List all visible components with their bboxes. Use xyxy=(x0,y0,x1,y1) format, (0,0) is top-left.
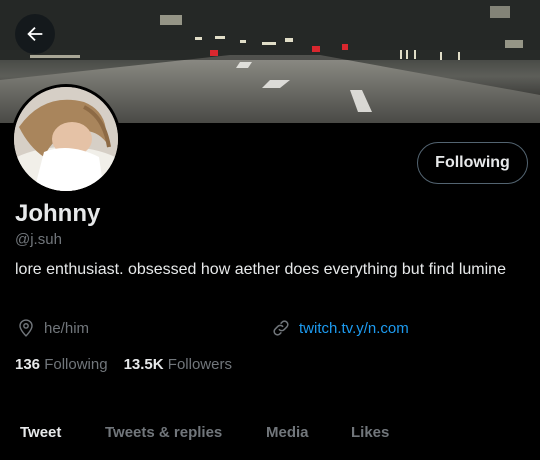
pronouns-item: he/him xyxy=(16,318,89,338)
following-button[interactable]: Following xyxy=(417,142,528,184)
followers-count[interactable]: 13.5K Followers xyxy=(124,356,232,373)
tab-tweet[interactable]: Tweet xyxy=(20,424,61,441)
profile-handle: @j.suh xyxy=(15,231,62,248)
tab-media[interactable]: Media xyxy=(266,424,309,441)
followers-count-label: Followers xyxy=(167,356,232,373)
profile-link-text[interactable]: twitch.tv.y/n.com xyxy=(299,320,409,337)
profile-link[interactable]: twitch.tv.y/n.com xyxy=(271,318,409,338)
profile-bio: lore enthusiast. obsessed how aether doe… xyxy=(15,261,506,278)
profile-name: Johnny xyxy=(15,200,101,227)
follow-counts: 136 Following 13.5K Followers xyxy=(15,356,248,373)
pronouns-text: he/him xyxy=(44,319,90,337)
link-icon xyxy=(273,320,289,336)
followers-count-value: 13.5K xyxy=(123,356,168,373)
arrow-left-icon xyxy=(27,26,43,42)
back-button[interactable] xyxy=(15,14,55,54)
following-count-label: Following xyxy=(44,356,108,373)
following-count[interactable]: 136 Following xyxy=(15,356,108,373)
avatar[interactable] xyxy=(11,84,121,194)
tab-likes[interactable]: Likes xyxy=(351,424,389,441)
location-pin-icon xyxy=(19,319,33,337)
avatar-photo xyxy=(14,87,118,191)
following-count-value: 136 xyxy=(15,356,45,373)
profile-tabs: Tweet Tweets & replies Media Likes xyxy=(0,414,540,454)
tab-tweets-and-replies[interactable]: Tweets & replies xyxy=(105,424,222,441)
